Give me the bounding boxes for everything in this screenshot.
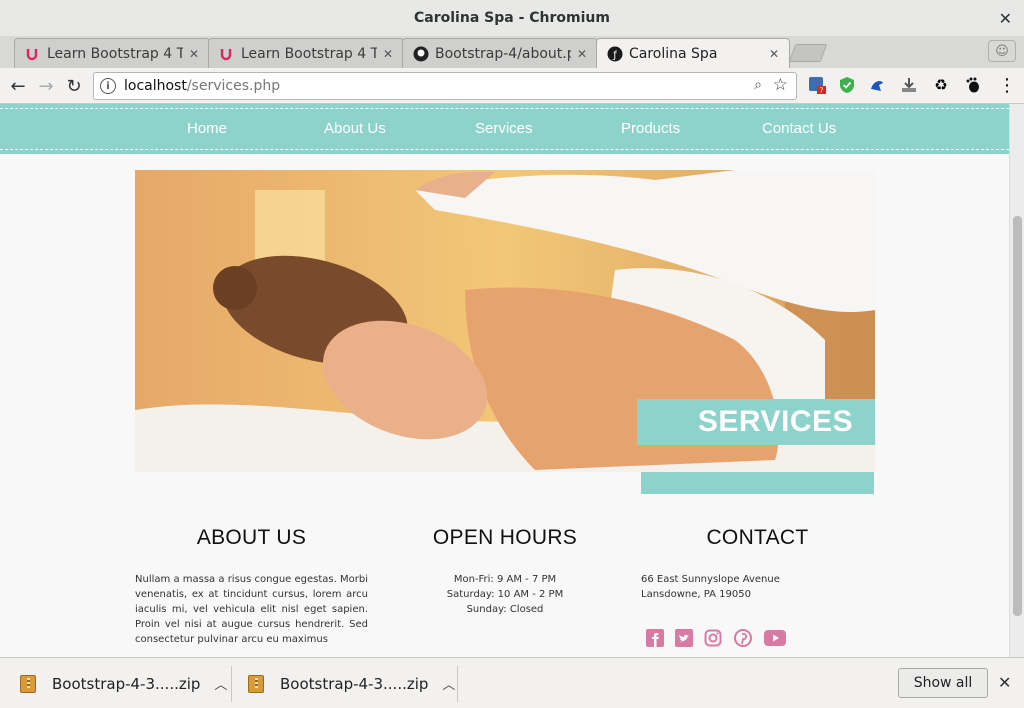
accent-bar bbox=[641, 472, 874, 494]
window-title: Carolina Spa - Chromium bbox=[414, 10, 610, 26]
github-icon bbox=[413, 46, 429, 62]
browser-toolbar: ← → ↻ i localhost/services.php ⌕ ☆ 7 ♻ ⋮ bbox=[0, 68, 1024, 104]
contact-title: CONTACT bbox=[706, 526, 809, 549]
nav-home[interactable]: Home bbox=[187, 120, 227, 137]
about-title: ABOUT US bbox=[196, 526, 307, 549]
tab-learn-bootstrap-1[interactable]: Learn Bootstrap 4 T ✕ bbox=[14, 38, 210, 68]
scrollbar-thumb[interactable] bbox=[1013, 216, 1022, 616]
hero-title-badge: SERVICES bbox=[637, 399, 875, 445]
tab-learn-bootstrap-2[interactable]: Learn Bootstrap 4 T ✕ bbox=[208, 38, 404, 68]
download-item[interactable]: Bootstrap-4-3.....zip ︿ bbox=[248, 658, 455, 708]
page-icon: ƒ bbox=[607, 46, 623, 62]
site-navbar: Home About Us Services Products Contact … bbox=[0, 104, 1009, 154]
show-all-button[interactable]: Show all bbox=[898, 668, 988, 698]
hours-line: Mon-Fri: 9 AM - 7 PM bbox=[453, 574, 557, 585]
back-icon[interactable]: ← bbox=[4, 72, 32, 100]
chevron-up-icon[interactable]: ︿ bbox=[214, 674, 227, 693]
download-filename: Bootstrap-4-3.....zip bbox=[52, 674, 201, 693]
reload-icon[interactable]: ↻ bbox=[60, 72, 88, 100]
tab-close-icon[interactable]: ✕ bbox=[189, 47, 199, 61]
close-shelf-icon[interactable]: ✕ bbox=[998, 673, 1011, 692]
tab-label: Learn Bootstrap 4 T bbox=[47, 45, 183, 62]
new-tab-button[interactable] bbox=[788, 44, 828, 62]
tab-close-icon[interactable]: ✕ bbox=[577, 47, 587, 61]
youtube-icon[interactable] bbox=[764, 628, 786, 648]
tab-strip: Learn Bootstrap 4 T ✕ Learn Bootstrap 4 … bbox=[0, 36, 1024, 68]
bookmark-star-icon[interactable]: ☆ bbox=[773, 75, 788, 95]
hours-line: Saturday: 10 AM - 2 PM bbox=[446, 589, 564, 600]
zoom-icon[interactable]: ⌕ bbox=[754, 77, 762, 93]
hero-title: SERVICES bbox=[697, 405, 853, 438]
svg-text:ƒ: ƒ bbox=[612, 50, 617, 61]
tab-close-icon[interactable]: ✕ bbox=[383, 47, 393, 61]
download-shelf: Bootstrap-4-3.....zip ︿ Bootstrap-4-3...… bbox=[0, 657, 1024, 708]
tab-label: Carolina Spa bbox=[629, 45, 718, 62]
page-scrollbar[interactable] bbox=[1009, 104, 1024, 657]
hours-line: Sunday: Closed bbox=[466, 604, 544, 615]
extension-translate-icon[interactable]: 7 bbox=[806, 74, 828, 96]
udemy-icon bbox=[25, 46, 41, 62]
nav-contact-us[interactable]: Contact Us bbox=[762, 120, 836, 137]
twitter-icon[interactable] bbox=[674, 628, 694, 648]
gnome-foot-icon[interactable] bbox=[962, 74, 984, 96]
hours-list: Mon-Fri: 9 AM - 7 PM Saturday: 10 AM - 2… bbox=[420, 572, 590, 617]
facebook-icon[interactable] bbox=[645, 628, 665, 648]
tab-close-icon[interactable]: ✕ bbox=[769, 47, 779, 61]
tab-github[interactable]: Bootstrap-4/about.p ✕ bbox=[402, 38, 598, 68]
about-text: Nullam a massa a risus congue egestas. M… bbox=[135, 574, 368, 645]
contact-address: 66 East Sunnyslope Avenue Lansdowne, PA … bbox=[641, 572, 841, 602]
nav-products[interactable]: Products bbox=[621, 120, 680, 137]
nav-about-us[interactable]: About Us bbox=[324, 120, 386, 137]
download-icon[interactable] bbox=[898, 74, 920, 96]
download-filename: Bootstrap-4-3.....zip bbox=[280, 674, 429, 693]
zip-file-icon bbox=[248, 674, 264, 693]
svg-text:7: 7 bbox=[819, 87, 823, 95]
menu-icon[interactable]: ⋮ bbox=[996, 74, 1018, 96]
nav-services[interactable]: Services bbox=[475, 120, 533, 137]
url-host: localhost bbox=[124, 78, 187, 94]
url-path: /services.php bbox=[186, 78, 281, 94]
download-item[interactable]: Bootstrap-4-3.....zip ︿ bbox=[20, 658, 227, 708]
window-titlebar: Carolina Spa - Chromium ✕ bbox=[0, 0, 1024, 36]
address-line-2: Lansdowne, PA 19050 bbox=[641, 589, 751, 600]
window-close-icon[interactable]: ✕ bbox=[999, 9, 1012, 28]
tab-label: Learn Bootstrap 4 T bbox=[241, 45, 377, 62]
tab-carolina-spa[interactable]: ƒ Carolina Spa ✕ bbox=[596, 38, 790, 68]
instagram-icon[interactable] bbox=[703, 628, 723, 648]
chevron-up-icon[interactable]: ︿ bbox=[442, 674, 455, 693]
profile-icon[interactable]: ☺ bbox=[988, 40, 1016, 62]
udemy-icon bbox=[219, 46, 235, 62]
pinterest-icon[interactable] bbox=[733, 628, 753, 648]
forward-icon[interactable]: → bbox=[32, 72, 60, 100]
hours-title: OPEN HOURS bbox=[432, 526, 578, 549]
recycle-icon[interactable]: ♻ bbox=[930, 74, 952, 96]
shield-icon[interactable] bbox=[836, 74, 858, 96]
page-viewport: Home About Us Services Products Contact … bbox=[0, 104, 1009, 657]
zip-file-icon bbox=[20, 674, 36, 693]
bird-icon[interactable] bbox=[866, 74, 888, 96]
tab-label: Bootstrap-4/about.p bbox=[435, 45, 571, 62]
address-line-1: 66 East Sunnyslope Avenue bbox=[641, 574, 780, 585]
address-bar[interactable]: i localhost/services.php ⌕ ☆ bbox=[93, 72, 797, 100]
info-icon[interactable]: i bbox=[100, 78, 116, 94]
